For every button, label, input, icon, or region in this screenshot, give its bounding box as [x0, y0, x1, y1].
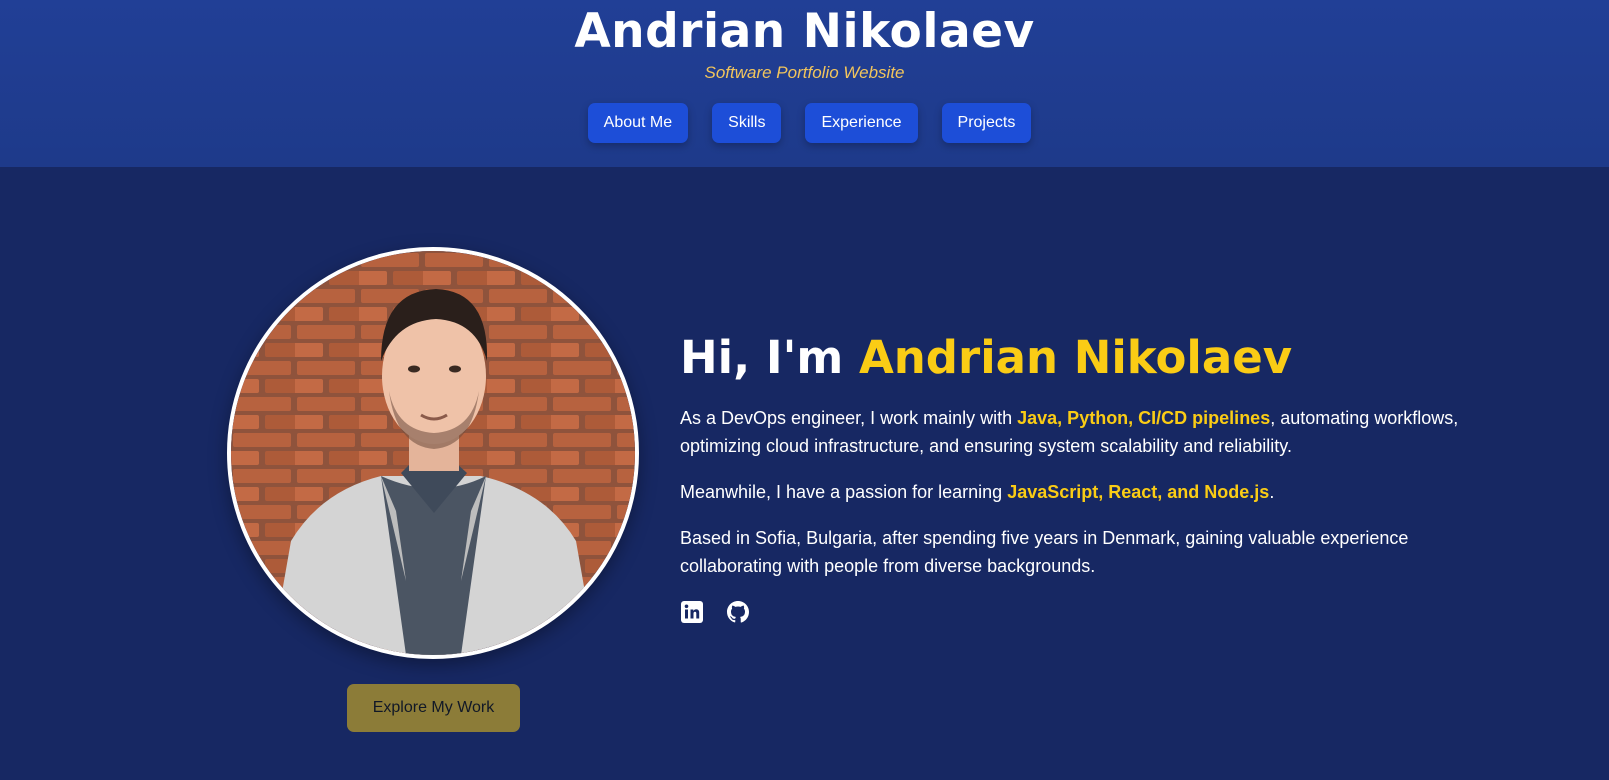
nav-about-me-button[interactable]: About Me: [587, 103, 689, 143]
nav-experience-button[interactable]: Experience: [805, 103, 918, 143]
nav-projects-button[interactable]: Projects: [941, 103, 1032, 143]
github-icon: [727, 601, 749, 623]
p2-text-after: .: [1269, 482, 1275, 502]
main-nav: About Me Skills Experience Projects: [0, 103, 1609, 143]
p2-highlight: JavaScript, React, and Node.js: [1007, 482, 1270, 502]
p1-text-before: As a DevOps engineer, I work mainly with: [680, 408, 1018, 428]
greeting-name: Andrian Nikolaev: [858, 331, 1293, 384]
linkedin-link[interactable]: [680, 600, 704, 624]
profile-photo: [227, 247, 639, 659]
site-subtitle: Software Portfolio Website: [704, 63, 905, 82]
site-header: Andrian Nikolaev Software Portfolio Webs…: [0, 0, 1609, 167]
intro-paragraph-devops: As a DevOps engineer, I work mainly with…: [680, 404, 1510, 460]
greeting-heading: Hi, I'm Andrian Nikolaev: [680, 330, 1510, 386]
social-links: [680, 600, 1510, 624]
github-link[interactable]: [726, 600, 750, 624]
intro-paragraph-learning: Meanwhile, I have a passion for learning…: [680, 478, 1510, 506]
nav-skills-button[interactable]: Skills: [712, 103, 782, 143]
linkedin-icon: [681, 601, 703, 623]
explore-my-work-button[interactable]: Explore My Work: [347, 684, 520, 732]
site-title: Andrian Nikolaev: [574, 4, 1035, 59]
intro-section: Hi, I'm Andrian Nikolaev As a DevOps eng…: [680, 330, 1510, 624]
greeting-prefix: Hi, I'm: [680, 331, 859, 384]
p1-highlight: Java, Python, CI/CD pipelines: [1017, 408, 1271, 428]
intro-paragraph-location: Based in Sofia, Bulgaria, after spending…: [680, 528, 1409, 576]
profile-photo-illustration: [231, 251, 635, 655]
p2-text-before: Meanwhile, I have a passion for learning: [680, 482, 1008, 502]
